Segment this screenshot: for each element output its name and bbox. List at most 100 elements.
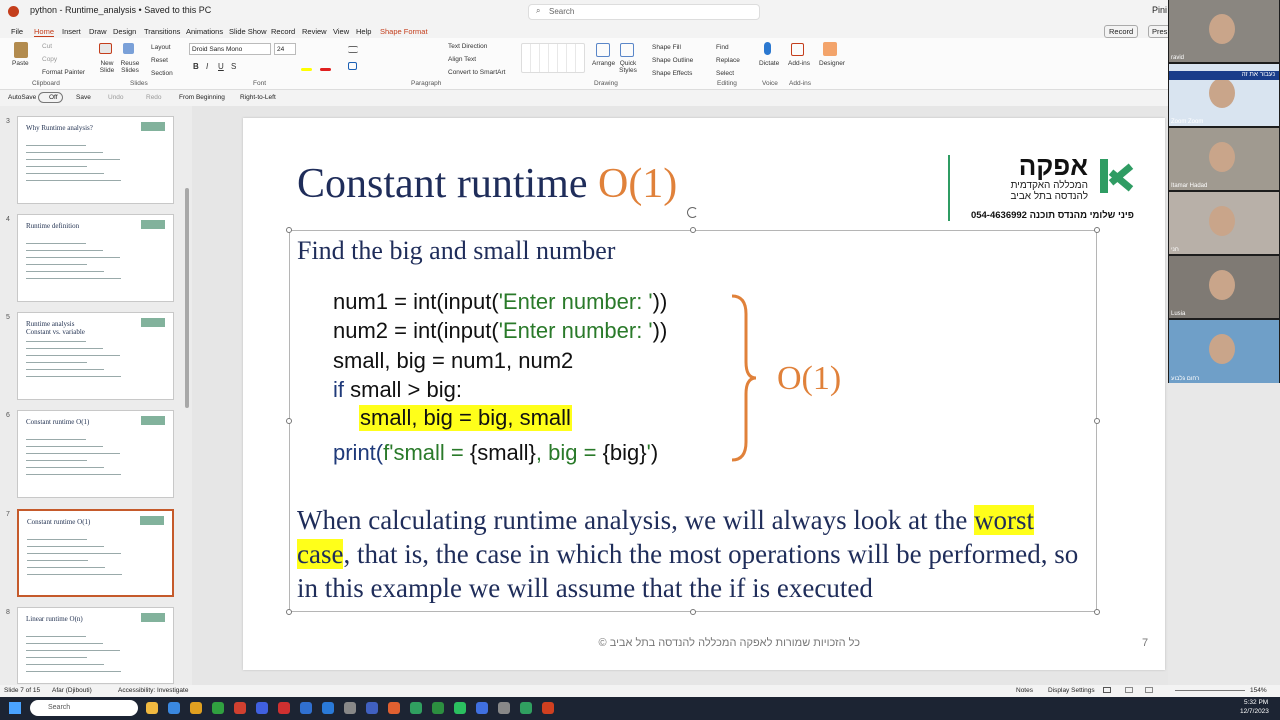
strikethrough-button[interactable]: S — [231, 62, 236, 71]
bullets-icon[interactable] — [348, 46, 358, 53]
video-tile[interactable]: ravid — [1169, 0, 1279, 62]
start-icon[interactable] — [9, 702, 21, 714]
video-tile[interactable]: רחום גלבוע — [1169, 320, 1279, 383]
quick-styles-button[interactable]: Quick Styles — [617, 60, 639, 74]
view-normal-icon[interactable] — [1103, 687, 1111, 693]
addins-button[interactable]: Add-ins — [788, 60, 810, 67]
taskbar-search[interactable]: Search — [30, 700, 138, 716]
replace-button[interactable]: Replace — [716, 57, 740, 64]
italic-button[interactable]: I — [206, 62, 208, 71]
view-reading-icon[interactable] — [1145, 687, 1153, 693]
resize-handle[interactable] — [286, 609, 292, 615]
arrange-button[interactable]: Arrange — [592, 60, 615, 67]
slide-thumbnail[interactable]: Runtime analysis Constant vs. variable — [17, 312, 174, 400]
resize-handle[interactable] — [690, 609, 696, 615]
slide-thumbnail[interactable]: Runtime definition — [17, 214, 174, 302]
shapes-gallery[interactable] — [521, 43, 585, 73]
taskbar-app-icon[interactable] — [300, 702, 312, 714]
tab-transitions[interactable]: Transitions — [144, 27, 180, 36]
text-direction-button[interactable]: Text Direction — [448, 43, 487, 50]
taskbar-app-icon[interactable] — [146, 702, 158, 714]
layout-button[interactable]: Layout — [151, 44, 171, 51]
taskbar-app-icon[interactable] — [410, 702, 422, 714]
undo-button[interactable]: Undo — [108, 94, 124, 101]
shape-fill-button[interactable]: Shape Fill — [652, 44, 681, 51]
taskbar-app-icon[interactable] — [278, 702, 290, 714]
notes-button[interactable]: Notes — [1016, 687, 1033, 694]
dictate-button[interactable]: Dictate — [759, 60, 779, 67]
language[interactable]: Afar (Djibouti) — [52, 687, 92, 694]
new-slide-icon[interactable] — [99, 43, 112, 54]
tab-home[interactable]: Home — [34, 27, 55, 37]
font-color-icon[interactable] — [320, 68, 331, 71]
taskbar-app-icon[interactable] — [344, 702, 356, 714]
video-tile[interactable]: נעבור את זה Zoom Zoom — [1169, 64, 1279, 126]
tab-review[interactable]: Review — [302, 27, 327, 36]
resize-handle[interactable] — [1094, 609, 1100, 615]
reuse-slides-icon[interactable] — [123, 43, 134, 54]
tab-animations[interactable]: Animations — [186, 27, 223, 36]
convert-smartart-button[interactable]: Convert to SmartArt — [448, 69, 505, 76]
resize-handle[interactable] — [1094, 227, 1100, 233]
arrange-icon[interactable] — [596, 43, 610, 57]
copy-button[interactable]: Copy — [42, 56, 57, 63]
taskbar-app-icon[interactable] — [388, 702, 400, 714]
shape-effects-button[interactable]: Shape Effects — [652, 70, 692, 77]
tab-help[interactable]: Help — [356, 27, 371, 36]
taskbar-app-icon[interactable] — [212, 702, 224, 714]
rotate-handle-icon[interactable] — [687, 207, 698, 218]
tab-design[interactable]: Design — [113, 27, 136, 36]
resize-handle[interactable] — [690, 227, 696, 233]
taskbar-app-icon[interactable] — [520, 702, 532, 714]
addins-icon[interactable] — [791, 43, 804, 56]
display-settings-button[interactable]: Display Settings — [1048, 687, 1095, 694]
bold-button[interactable]: B — [193, 62, 199, 71]
tab-shape-format[interactable]: Shape Format — [380, 27, 428, 36]
reset-button[interactable]: Reset — [151, 57, 168, 64]
designer-button[interactable]: Designer — [819, 60, 845, 67]
taskbar-app-icon[interactable] — [498, 702, 510, 714]
new-slide-button[interactable]: New Slide — [96, 60, 118, 74]
save-button[interactable]: Save — [76, 94, 91, 101]
cut-button[interactable]: Cut — [42, 43, 52, 50]
slide-thumbnail[interactable]: Constant runtime O(1) — [17, 509, 174, 597]
video-tile[interactable]: חני — [1169, 192, 1279, 254]
resize-handle[interactable] — [1094, 418, 1100, 424]
font-size-select[interactable]: 24 — [274, 43, 296, 55]
search-box[interactable]: ⌕ Search — [528, 4, 760, 20]
designer-icon[interactable] — [823, 42, 837, 56]
align-left-icon[interactable] — [348, 62, 357, 70]
taskbar-app-icon[interactable] — [542, 702, 554, 714]
tab-slide-show[interactable]: Slide Show — [229, 27, 267, 36]
autosave-toggle[interactable]: Off — [38, 92, 63, 103]
align-text-button[interactable]: Align Text — [448, 56, 476, 63]
resize-handle[interactable] — [286, 418, 292, 424]
microphone-icon[interactable] — [764, 42, 771, 55]
taskbar-app-icon[interactable] — [322, 702, 334, 714]
taskbar-app-icon[interactable] — [454, 702, 466, 714]
taskbar-app-icon[interactable] — [190, 702, 202, 714]
highlight-icon[interactable] — [301, 68, 312, 71]
tab-record[interactable]: Record — [271, 27, 295, 36]
zoom-level[interactable]: 154% — [1250, 687, 1267, 694]
tab-view[interactable]: View — [333, 27, 349, 36]
slide-thumbnail[interactable]: Linear runtime O(n) — [17, 607, 174, 684]
record-button[interactable]: Record — [1104, 25, 1139, 38]
format-painter-button[interactable]: Format Painter — [42, 69, 85, 76]
right-to-left-button[interactable]: Right-to-Left — [240, 94, 276, 101]
thumbnail-scrollbar[interactable] — [185, 188, 189, 408]
slide-thumbnail[interactable]: Why Runtime analysis? — [17, 116, 174, 204]
resize-handle[interactable] — [286, 227, 292, 233]
paste-button[interactable]: Paste — [12, 60, 29, 67]
tab-insert[interactable]: Insert — [62, 27, 81, 36]
taskbar-app-icon[interactable] — [476, 702, 488, 714]
slide-thumbnail[interactable]: Constant runtime O(1) — [17, 410, 174, 498]
taskbar-app-icon[interactable] — [432, 702, 444, 714]
section-button[interactable]: Section — [151, 70, 173, 77]
taskbar-app-icon[interactable] — [256, 702, 268, 714]
accessibility-button[interactable]: Accessibility: Investigate — [118, 687, 188, 694]
find-button[interactable]: Find — [716, 44, 729, 51]
video-tile[interactable]: Itamar Hadad — [1169, 128, 1279, 190]
tab-draw[interactable]: Draw — [89, 27, 107, 36]
video-tile[interactable]: Lusia — [1169, 256, 1279, 318]
